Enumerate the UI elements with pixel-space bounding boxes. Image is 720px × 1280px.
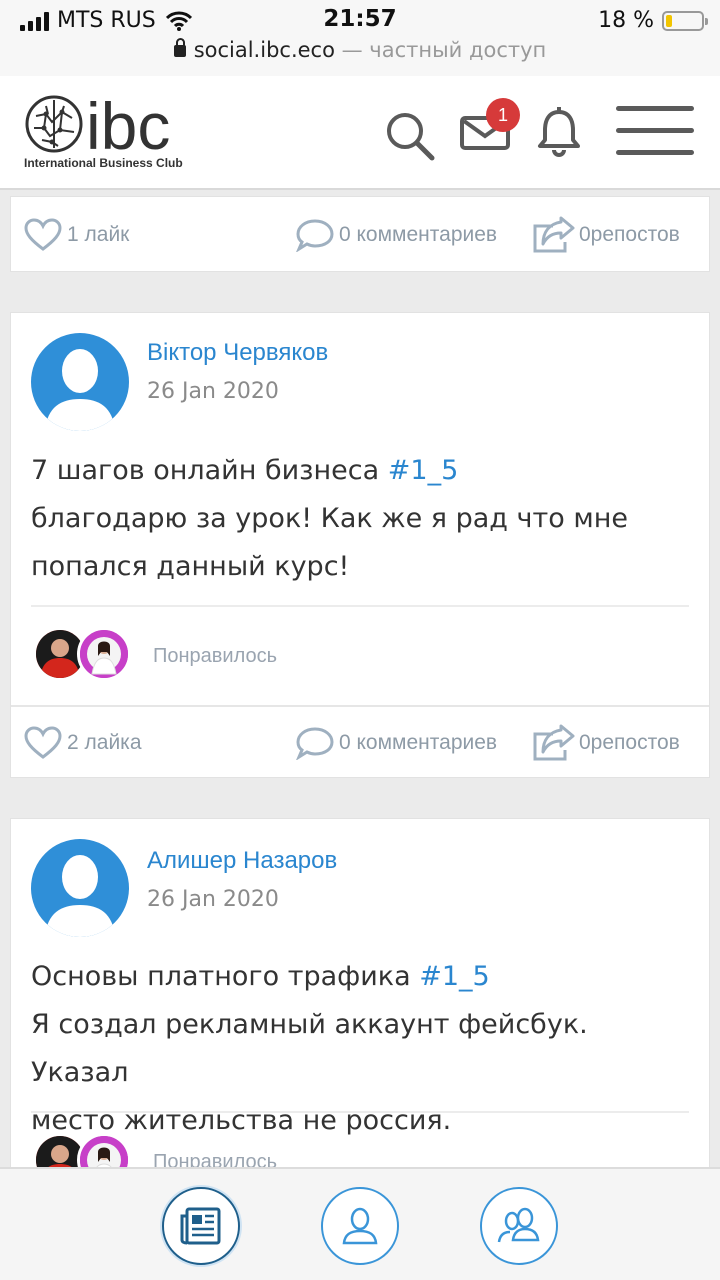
site-header: ibc International Business Club 1 xyxy=(0,76,720,190)
lock-icon xyxy=(173,38,186,57)
logo-caption: International Business Club xyxy=(24,156,183,170)
liker-avatar[interactable] xyxy=(77,627,131,681)
battery-info: 18 % xyxy=(598,8,708,33)
like-button[interactable]: 1 лайк xyxy=(23,199,129,271)
repost-button[interactable]: 0репостов xyxy=(531,707,680,779)
speech-bubble-icon xyxy=(296,219,334,252)
default-user-icon xyxy=(45,349,115,431)
like-button[interactable]: 2 лайка xyxy=(23,707,142,779)
comment-button[interactable]: 0 комментариев xyxy=(295,707,497,779)
bottom-navigation xyxy=(0,1167,720,1280)
repost-button[interactable]: 0репостов xyxy=(531,199,680,271)
comment-count: 0 комментариев xyxy=(339,223,498,246)
liked-label[interactable]: Понравилось xyxy=(153,645,277,668)
hamburger-menu-icon[interactable] xyxy=(616,106,696,156)
post-actions: 1 лайк 0 комментариев 0репостов xyxy=(11,199,709,271)
likers-avatars[interactable] xyxy=(33,627,143,683)
battery-percent: 18 % xyxy=(598,8,654,33)
private-access-label: частный доступ xyxy=(369,38,547,62)
messages-button[interactable]: 1 xyxy=(460,98,520,152)
status-bar: MTS RUS 21:57 18 % social.ibc.eco — част… xyxy=(0,0,720,76)
comment-count: 0 комментариев xyxy=(339,731,498,754)
heart-icon xyxy=(24,726,62,759)
user-icon xyxy=(342,1207,378,1245)
post-card: Алишер Назаров 26 Jan 2020 Основы платно… xyxy=(10,818,710,1187)
post-card: Віктор Червяков 26 Jan 2020 7 шагов онла… xyxy=(10,312,710,778)
post-line: 7 шагов онлайн бизнеса xyxy=(31,455,388,486)
post-text: Основы платного трафика #1_5 Я создал ре… xyxy=(31,953,689,1145)
speech-bubble-icon xyxy=(296,727,334,760)
url-domain: social.ibc.eco xyxy=(193,38,335,62)
nav-people-button[interactable] xyxy=(480,1187,558,1265)
users-icon xyxy=(497,1207,540,1243)
post-date: 26 Jan 2020 xyxy=(147,379,279,404)
search-icon[interactable] xyxy=(384,110,436,162)
post-line: Я создал рекламный аккаунт фейсбук. Указ… xyxy=(31,1009,588,1088)
author-name[interactable]: Віктор Червяков xyxy=(147,339,328,367)
bell-icon[interactable] xyxy=(536,106,582,158)
nav-profile-button[interactable] xyxy=(321,1187,399,1265)
comment-button[interactable]: 0 комментариев xyxy=(295,199,497,271)
post-text: 7 шагов онлайн бизнеса #1_5 благодарю за… xyxy=(31,447,689,591)
url-bar[interactable]: social.ibc.eco — частный доступ xyxy=(0,38,720,62)
like-count: 2 лайка xyxy=(67,731,142,754)
post-line: благодарю за урок! Как же я рад что мне xyxy=(31,503,628,534)
nav-feed-button[interactable] xyxy=(162,1187,240,1265)
like-count: 1 лайк xyxy=(67,223,130,246)
share-icon xyxy=(533,216,575,253)
battery-icon xyxy=(662,10,708,31)
default-user-icon xyxy=(45,855,115,937)
heart-icon xyxy=(24,218,62,251)
share-icon xyxy=(533,724,575,761)
repost-count: 0репостов xyxy=(579,731,680,754)
post-line: Основы платного трафика xyxy=(31,961,420,992)
divider xyxy=(31,605,689,607)
hashtag-link[interactable]: #1_5 xyxy=(419,961,489,992)
avatar[interactable] xyxy=(31,839,129,937)
post-date: 26 Jan 2020 xyxy=(147,887,279,912)
post-actions: 2 лайка 0 комментариев 0репостов xyxy=(11,707,709,779)
logo-text: ibc xyxy=(86,94,170,163)
url-separator: — xyxy=(334,38,370,62)
divider xyxy=(31,1111,689,1113)
messages-badge: 1 xyxy=(486,98,520,132)
author-name[interactable]: Алишер Назаров xyxy=(147,847,337,875)
repost-count: 0репостов xyxy=(579,223,680,246)
newspaper-icon xyxy=(180,1207,221,1245)
hashtag-link[interactable]: #1_5 xyxy=(388,455,458,486)
post-line: попался данный курс! xyxy=(31,551,350,582)
avatar[interactable] xyxy=(31,333,129,431)
post-card-previous: 1 лайк 0 комментариев 0репостов xyxy=(10,196,710,272)
